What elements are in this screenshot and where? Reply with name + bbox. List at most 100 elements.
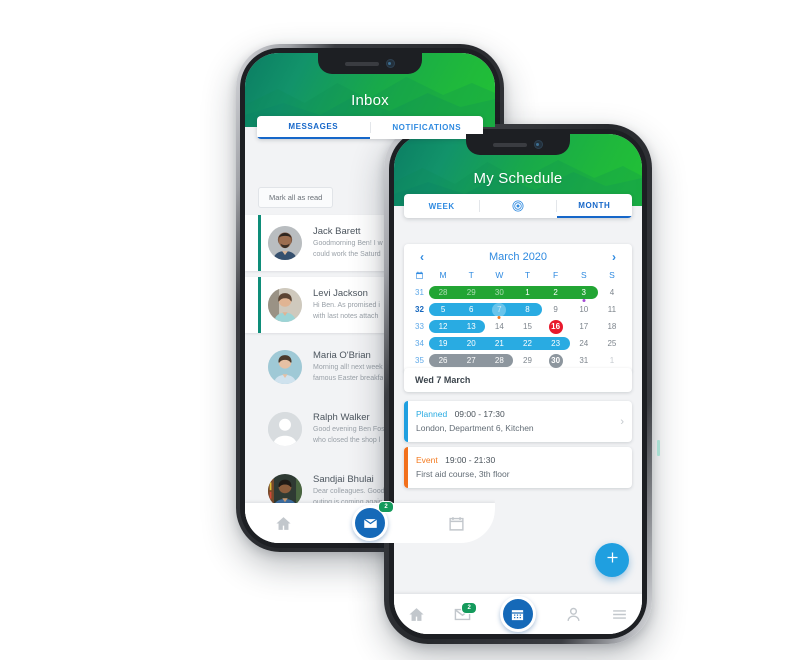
calendar-day-cell[interactable]: 6 [457,301,485,318]
calendar-day-cell[interactable]: 1 [513,284,541,301]
speaker-grille [493,142,527,147]
front-camera-icon [386,59,395,68]
calendar-day-cell[interactable]: 12 [429,318,457,335]
calendar-day-cell[interactable]: 26 [429,352,457,369]
calendar-day-cell[interactable]: 15 [513,318,541,335]
calendar-week-number: 32 [415,305,424,314]
teal-edge-artifact [657,440,660,456]
calendar-day-number: 2 [553,288,558,297]
calendar-day-number: 5 [440,305,446,314]
screenshot-stage: Inbox MESSAGES NOTIFICATIONS Mark all as… [0,0,800,660]
calendar-day-cell[interactable]: 13 [457,318,485,335]
calendar-day-cell[interactable]: 20 [457,335,485,352]
calendar-day-cell[interactable]: 16 [542,318,570,335]
mark-all-as-read-label: Mark all as read [269,193,323,202]
calendar-day-cell[interactable]: 29 [513,352,541,369]
message-preview-line: who closed the shop l [313,436,381,444]
event-card-event[interactable]: Event 19:00 - 21:30 First aid course, 3t… [404,447,632,488]
calendar-day-number: 17 [579,322,589,331]
calendar-weekday-header: S [609,270,615,280]
tab-month[interactable]: MONTH [556,194,632,218]
home-icon [408,606,425,623]
calendar-day-cell[interactable]: 17 [570,318,598,335]
calendar-week-row[interactable]: 35 26 27 28 29 30 31 1 [410,352,626,369]
message-preview-line: with last notes attach [313,312,379,320]
calendar-day-cell[interactable]: 5 [429,301,457,318]
schedule-view-tabbar: WEEK MONTH [404,194,632,218]
calendar-day-cell[interactable]: 28 [429,284,457,301]
next-month-button[interactable]: › [608,251,620,263]
nav-mail[interactable]: 2 [352,501,394,541]
schedule-notch [466,134,570,155]
message-preview-line: Goodmorning Ben! I w [313,240,383,248]
calendar-card[interactable]: ‹ March 2020 › MTWTFSS 31 28 29 30 1 2 3 4 32 5 6 7… [404,244,632,382]
calendar-week-row[interactable]: 31 28 29 30 1 2 3 4 [410,284,626,302]
calendar-day-cell[interactable]: 18 [598,318,626,335]
calendar-day-number: 22 [523,339,532,348]
message-preview-line: Morning all! next week [313,364,383,372]
nav-menu[interactable] [611,606,628,623]
message-sender-name: Maria O'Brian [313,350,371,362]
event-kind: Planned [416,409,448,419]
calendar-day-cell[interactable]: 2 [542,284,570,301]
calendar-weekday-header: T [524,270,531,280]
calendar-day-cell[interactable]: 29 [457,284,485,301]
calendar-day-cell[interactable]: 1 [598,352,626,369]
calendar-day-number: 14 [494,322,504,331]
calendar-day-number: 19 [438,339,448,348]
calendar-day-number: 31 [579,356,589,365]
nav-mail[interactable]: 2 [454,601,478,623]
message-preview-line: Dear colleagues. Good [313,488,385,496]
mail-icon [363,516,378,531]
calendar-day-cell[interactable]: 28 [485,352,513,369]
calendar-day-number: 8 [525,305,530,314]
nav-calendar[interactable] [448,515,465,532]
calendar-day-cell[interactable]: 14 [485,318,513,335]
calendar-day-cell[interactable]: 21 [485,335,513,352]
calendar-day-number: 7 [497,305,502,314]
prev-month-button[interactable]: ‹ [416,251,428,263]
add-event-fab[interactable] [595,543,629,577]
calendar-day-cell[interactable]: 23 [542,335,570,352]
calendar-day-number: 9 [553,305,558,314]
nav-calendar[interactable] [499,596,536,632]
calendar-day-cell[interactable]: 11 [598,301,626,318]
calendar-week-row[interactable]: 34 19 20 21 22 23 24 25 [410,335,626,352]
calendar-week-row[interactable]: 33 12 13 14 15 16 17 18 [410,318,626,335]
calendar-day-cell[interactable]: 30 [485,284,513,301]
schedule-bottom-nav: 2 [394,594,642,634]
calendar-week-number: 35 [415,356,424,365]
calendar-rows[interactable]: 31 28 29 30 1 2 3 4 32 5 6 7 8 9 10 11 33 12 13 14 15 16 17 18 3… [410,284,626,369]
nav-home[interactable] [275,515,292,532]
tab-messages[interactable]: MESSAGES [257,116,370,139]
person-icon [565,606,582,623]
calendar-day-cell[interactable]: 27 [457,352,485,369]
mark-all-as-read-button[interactable]: Mark all as read [258,187,334,208]
calendar-day-number: 11 [607,305,617,314]
unread-indicator [258,215,261,271]
calendar-week-number: 31 [415,288,424,297]
calendar-day-number: 1 [609,356,615,365]
nav-home[interactable] [408,606,425,623]
calendar-day-cell[interactable]: 30 [542,352,570,369]
tab-week[interactable]: WEEK [404,194,479,218]
calendar-day-cell[interactable]: 4 [598,284,626,301]
calendar-week-row[interactable]: 32 5 6 7 8 9 10 11 [410,301,626,319]
avatar [268,226,302,260]
calendar-day-number: 20 [466,339,476,348]
nav-profile[interactable] [565,606,582,623]
calendar-day-cell[interactable]: 19 [429,335,457,352]
calendar-day-number: 13 [466,322,476,331]
calendar-day-cell[interactable]: 22 [513,335,541,352]
calendar-day-cell[interactable]: 10 [570,301,598,318]
tab-today-target[interactable] [480,194,555,218]
calendar-day-cell[interactable]: 9 [542,301,570,318]
calendar-day-cell[interactable]: 25 [598,335,626,352]
calendar-day-cell[interactable]: 31 [570,352,598,369]
event-card-planned[interactable]: Planned 09:00 - 17:30 London, Department… [404,401,632,442]
calendar-day-cell[interactable]: 24 [570,335,598,352]
calendar-weekday-header: M [439,270,447,280]
calendar-day-cell[interactable]: 8 [513,301,541,318]
calendar-day-cell[interactable]: 3 [570,284,598,302]
calendar-day-cell[interactable]: 7 [485,301,513,319]
